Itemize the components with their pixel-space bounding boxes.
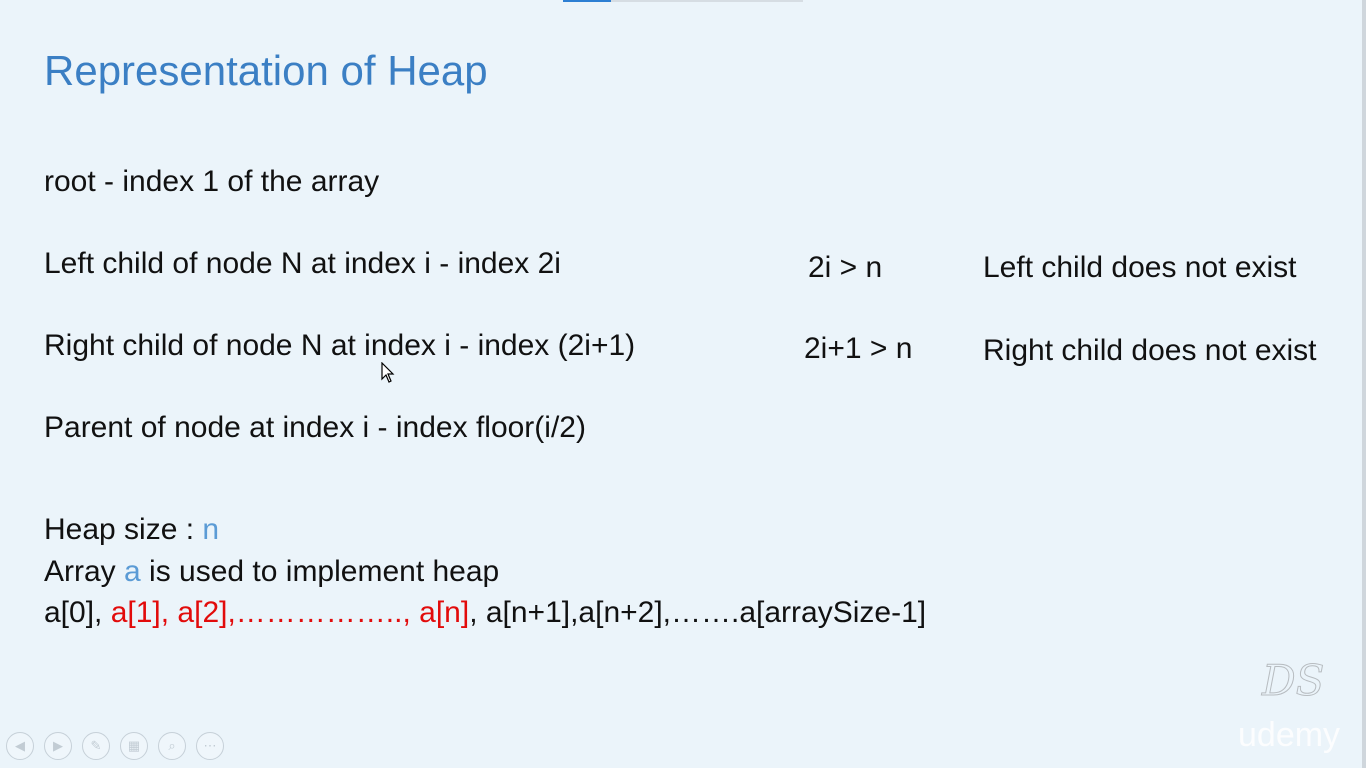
slides-icon[interactable]: ▦: [120, 732, 148, 760]
heap-size-line: Heap size : n: [44, 512, 219, 548]
array-variable: a: [124, 555, 141, 588]
left-condition: 2i > n: [808, 251, 883, 284]
mouse-cursor-icon: [381, 362, 395, 383]
pen-icon[interactable]: ✎: [82, 732, 110, 760]
window-edge: [1362, 0, 1366, 768]
progress-bar: [563, 0, 803, 2]
next-icon[interactable]: ▶: [44, 732, 72, 760]
progress-indicator: [563, 0, 611, 2]
previous-icon[interactable]: ◀: [6, 732, 34, 760]
right-condition: 2i+1 > n: [804, 332, 913, 365]
slide-title: Representation of Heap: [44, 47, 488, 94]
right-result: Right child does not exist: [983, 334, 1317, 367]
ds-logo: DS: [1261, 656, 1325, 706]
array-seq-start: a[0],: [44, 596, 111, 629]
heap-size-variable: n: [202, 513, 220, 546]
left-result: Left child does not exist: [983, 251, 1297, 284]
heap-size-label: Heap size :: [44, 513, 203, 546]
udemy-logo: udemy: [1238, 716, 1341, 754]
array-sequence-line: a[0], a[1], a[2],…………….., a[n], a[n+1],a…: [44, 595, 926, 631]
array-seq-heap-range: a[1], a[2],…………….., a[n]: [110, 596, 470, 629]
right-child-line: Right child of node N at index i - index…: [44, 329, 636, 362]
left-child-line: Left child of node N at index i - index …: [44, 247, 561, 280]
array-line: Array a is used to implement heap: [44, 554, 499, 590]
root-line: root - index 1 of the array: [44, 165, 380, 198]
array-prefix: Array: [44, 555, 125, 588]
array-seq-end: , a[n+1],a[n+2],…….a[arraySize-1]: [469, 596, 927, 629]
zoom-icon[interactable]: ⌕: [158, 732, 186, 760]
parent-line: Parent of node at index i - index floor(…: [44, 411, 586, 444]
slideshow-controls: ◀ ▶ ✎ ▦ ⌕ ⋯: [6, 732, 224, 760]
more-icon[interactable]: ⋯: [196, 732, 224, 760]
array-suffix: is used to implement heap: [140, 555, 500, 588]
